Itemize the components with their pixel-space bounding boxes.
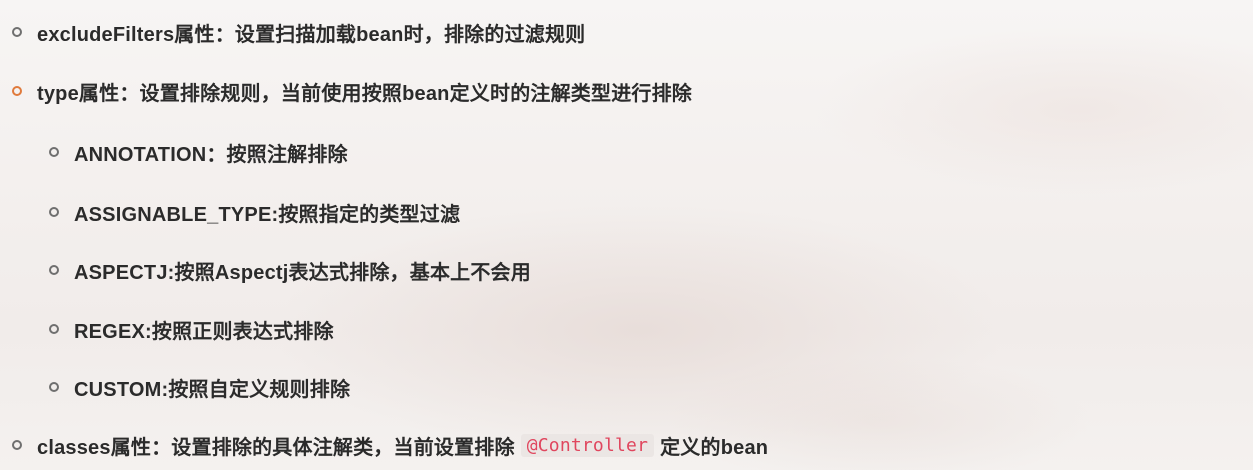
hollow-circle-bullet-icon — [49, 207, 59, 217]
list-item-classes-attribute: classes属性：设置排除的具体注解类，当前设置排除 @Controller … — [12, 430, 768, 460]
list-item-text-after: 定义的bean — [660, 436, 769, 459]
hollow-circle-bullet-icon — [12, 27, 22, 37]
list-item-exclude-filters: excludeFilters属性：设置扫描加载bean时，排除的过滤规则 — [12, 17, 585, 47]
list-item-text: REGEX:按照正则表达式排除 — [74, 320, 334, 343]
hollow-circle-bullet-icon — [49, 265, 59, 275]
list-item-text: ASPECTJ:按照Aspectj表达式排除，基本上不会用 — [74, 261, 531, 284]
hollow-circle-bullet-icon — [12, 86, 22, 96]
hollow-circle-bullet-icon — [12, 440, 22, 450]
list-item-text: excludeFilters属性：设置扫描加载bean时，排除的过滤规则 — [37, 23, 586, 46]
hollow-circle-bullet-icon — [49, 324, 59, 334]
list-item-text: ANNOTATION：按照注解排除 — [74, 143, 348, 166]
list-item-text-before: classes属性：设置排除的具体注解类，当前设置排除 — [37, 436, 515, 459]
inline-code: @Controller — [520, 433, 655, 457]
list-item-text: type属性：设置排除规则，当前使用按照bean定义时的注解类型进行排除 — [37, 82, 693, 105]
list-item-type-attribute: type属性：设置排除规则，当前使用按照bean定义时的注解类型进行排除 — [12, 76, 692, 106]
list-item-text: ASSIGNABLE_TYPE:按照指定的类型过滤 — [74, 203, 461, 226]
list-item-regex: REGEX:按照正则表达式排除 — [49, 314, 334, 344]
list-item-custom: CUSTOM:按照自定义规则排除 — [49, 372, 350, 402]
list-item-text: CUSTOM:按照自定义规则排除 — [74, 378, 351, 401]
hollow-circle-bullet-icon — [49, 147, 59, 157]
list-item-aspectj: ASPECTJ:按照Aspectj表达式排除，基本上不会用 — [49, 255, 531, 285]
list-item-annotation: ANNOTATION：按照注解排除 — [49, 137, 348, 167]
list-item-assignable-type: ASSIGNABLE_TYPE:按照指定的类型过滤 — [49, 197, 460, 227]
bullet-list: excludeFilters属性：设置扫描加载bean时，排除的过滤规则 typ… — [0, 0, 1253, 470]
hollow-circle-bullet-icon — [49, 382, 59, 392]
